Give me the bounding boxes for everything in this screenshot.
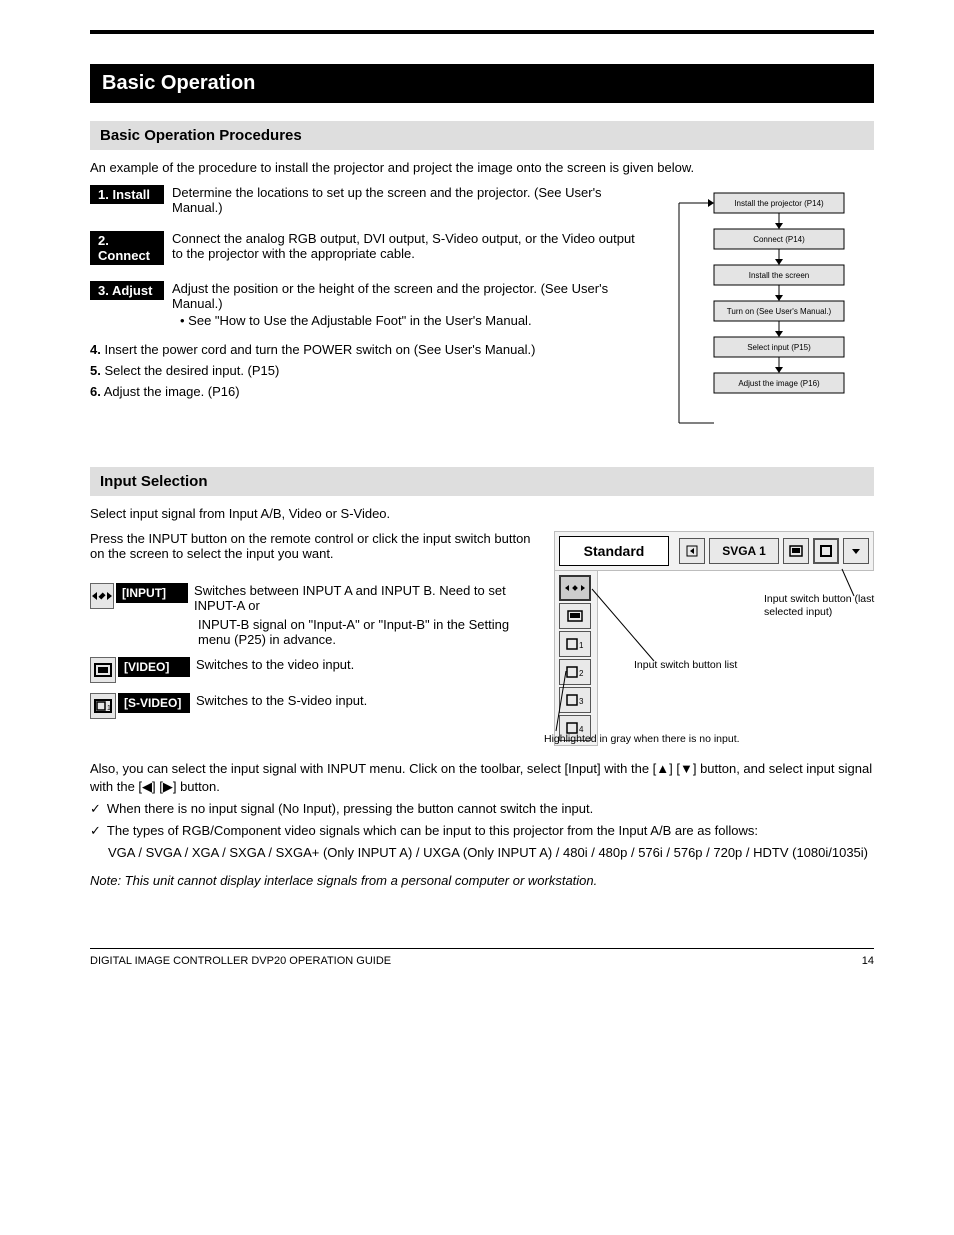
step-rest-4: 4. Insert the power cord and turn the PO… xyxy=(90,342,644,357)
page-title-bar: Basic Operation xyxy=(90,64,874,103)
side-btn-arrows[interactable] xyxy=(559,575,591,601)
svg-text:Turn on (See User's Manual.): Turn on (See User's Manual.) xyxy=(727,307,832,316)
step-text-2: Connect the analog RGB output, DVI outpu… xyxy=(172,231,644,261)
is-types: VGA / SVGA / XGA / SXGA / SXGA+ (Only IN… xyxy=(108,843,874,863)
step-text-1: Determine the locations to set up the sc… xyxy=(172,185,644,215)
arrows-icon xyxy=(90,583,114,609)
step-5-n: 5. xyxy=(90,363,101,378)
is-check2: The types of RGB/Component video signals… xyxy=(90,823,874,839)
side-btn-s3[interactable]: 3 xyxy=(559,687,591,713)
svg-text:3: 3 xyxy=(579,697,584,706)
is-note: Note: This unit cannot display interlace… xyxy=(90,873,874,888)
step-5-text: Select the desired input. (P15) xyxy=(104,363,279,378)
svg-text:2: 2 xyxy=(579,669,584,678)
svideo-text: Switches to the S-video input. xyxy=(196,693,367,708)
toolbar-panel: Standard SVGA 1 1 2 3 4 xyxy=(554,531,874,746)
side-btn-s2[interactable]: 2 xyxy=(559,659,591,685)
toolbar-btn-a[interactable] xyxy=(679,538,705,564)
is-intro1: Select input signal from Input A/B, Vide… xyxy=(90,506,874,521)
svg-text:Install the projector (P14): Install the projector (P14) xyxy=(734,199,824,208)
input-badge: [INPUT] xyxy=(116,583,188,603)
section-basic-procedures-heading: Basic Operation Procedures xyxy=(90,121,874,150)
callout-btn: Input switch button (last selected input… xyxy=(764,593,884,618)
step-rest-5: 5. Select the desired input. (P15) xyxy=(90,363,644,378)
step-text-3: Adjust the position or the height of the… xyxy=(172,281,644,311)
step-4-text: Insert the power cord and turn the POWER… xyxy=(104,342,535,357)
toolbar-standard-label[interactable]: Standard xyxy=(559,536,669,566)
step-6-n: 6. xyxy=(90,384,101,399)
svg-text:Select input (P15): Select input (P15) xyxy=(747,343,811,352)
callout-list: Input switch button list xyxy=(634,659,784,672)
svg-text:Install the screen: Install the screen xyxy=(749,271,809,280)
top-rule xyxy=(90,30,874,34)
is-check1: When there is no input signal (No Input)… xyxy=(90,801,874,817)
video-text: Switches to the video input. xyxy=(196,657,354,672)
input-sub: INPUT-B signal on "Input-A" or "Input-B"… xyxy=(198,617,544,647)
input-text: Switches between INPUT A and INPUT B. Ne… xyxy=(194,583,544,613)
section-input-selection-heading: Input Selection xyxy=(90,467,874,496)
bottom-rule xyxy=(90,948,874,949)
toolbar-svga-label[interactable]: SVGA 1 xyxy=(709,538,779,564)
page-title: Basic Operation xyxy=(102,72,255,94)
svg-text:1: 1 xyxy=(107,705,111,712)
is-para: Also, you can select the input signal wi… xyxy=(90,760,874,795)
callout-disabled: Highlighted in gray when there is no inp… xyxy=(544,733,744,746)
toolbar-btn-video[interactable] xyxy=(783,538,809,564)
svideo-badge: [S-VIDEO] xyxy=(118,693,190,713)
footer-left: DIGITAL IMAGE CONTROLLER DVP20 OPERATION… xyxy=(90,955,391,967)
svg-text:Connect (P14): Connect (P14) xyxy=(753,235,805,244)
step-badge-2: 2. Connect xyxy=(90,231,164,265)
footer-right: 14 xyxy=(862,955,874,967)
side-btn-s1[interactable]: 1 xyxy=(559,631,591,657)
video-badge: [VIDEO] xyxy=(118,657,190,677)
step-4-n: 4. xyxy=(90,342,101,357)
toolbar-btn-dd[interactable] xyxy=(843,538,869,564)
side-btn-video[interactable] xyxy=(559,603,591,629)
basic-intro: An example of the procedure to install t… xyxy=(90,160,874,175)
svg-text:Adjust the image (P16): Adjust the image (P16) xyxy=(738,379,820,388)
step-sub-3: • See "How to Use the Adjustable Foot" i… xyxy=(180,313,644,328)
is-intro2: Press the INPUT button on the remote con… xyxy=(90,531,544,561)
toolbar-btn-sq[interactable] xyxy=(813,538,839,564)
flowchart: Install the projector (P14) Connect (P14… xyxy=(654,181,874,449)
step-badge-3: 3. Adjust xyxy=(90,281,164,300)
svideo-icon: 1 xyxy=(90,693,116,719)
svg-text:1: 1 xyxy=(579,641,584,650)
step-badge-1: 1. Install xyxy=(90,185,164,204)
video-icon xyxy=(90,657,116,683)
step-rest-6: 6. Adjust the image. (P16) xyxy=(90,384,644,399)
step-6-text: Adjust the image. (P16) xyxy=(104,384,240,399)
